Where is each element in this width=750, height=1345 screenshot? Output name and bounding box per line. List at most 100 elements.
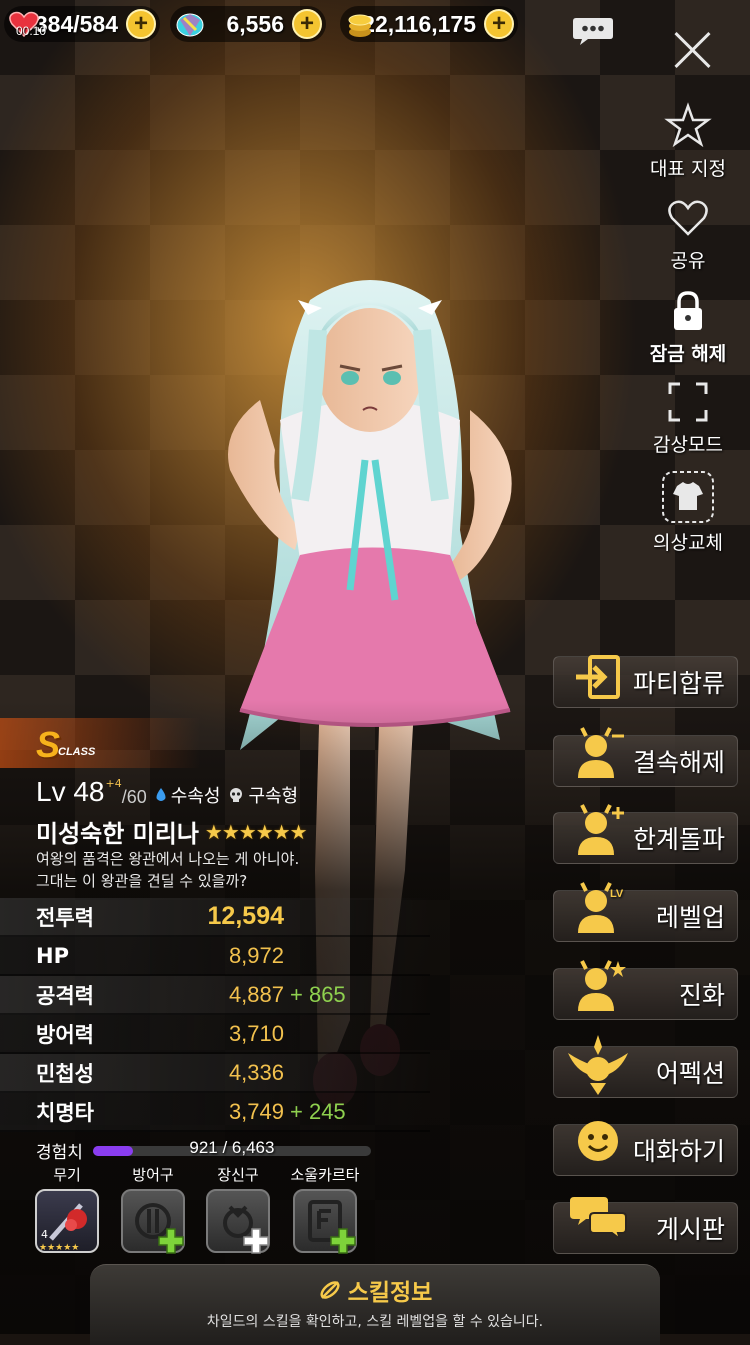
affection-button[interactable]: 어펙션 (553, 1035, 738, 1098)
star-icon: ★ (238, 819, 257, 844)
stats-table: 전투력 12,594 HP 8,972 공격력 4,887 + 865 방어력 … (0, 898, 430, 1132)
stat-value: 8,972 (228, 942, 284, 968)
stat-value: 3,749 (228, 1098, 284, 1124)
stat-row-power: 전투력 12,594 (0, 898, 430, 937)
stat-row-critical: 치명타 3,749 + 245 (0, 1093, 430, 1132)
level-bonus: +4 (105, 777, 122, 790)
skill-info-button[interactable]: 스킬정보 차일드의 스킬을 확인하고, 스킬 레벨업을 할 수 있습니다. (90, 1264, 660, 1345)
talk-button[interactable]: 대화하기 (553, 1121, 738, 1176)
affection-icon (568, 1035, 628, 1095)
exp-bar: 921 / 6,463 (92, 1138, 371, 1157)
join-party-button[interactable]: 파티합류 (553, 655, 738, 708)
equip-soul-carta[interactable]: 소울카르타 (284, 1164, 366, 1254)
unlock-label: 잠금 해제 (649, 343, 727, 365)
stat-row-attack: 공격력 4,887 + 865 (0, 976, 430, 1015)
share-label: 공유 (670, 250, 706, 272)
add-gems-button[interactable]: + (292, 9, 322, 39)
heart-outline-icon (668, 200, 708, 236)
equip-weapon[interactable]: 무기 4 ★★★★★ (32, 1164, 102, 1253)
stamina-counter: 00:10 384/584 + (4, 6, 160, 42)
stat-label: 방어력 (36, 1022, 94, 1047)
stat-label: 치명타 (36, 1100, 94, 1125)
limit-break-button[interactable]: 한계돌파 (553, 804, 738, 864)
gold-value: 22,116,175 (362, 10, 476, 37)
add-stamina-button[interactable]: + (126, 9, 156, 39)
stamina-timer: 00:10 (16, 24, 47, 38)
star-icon (664, 102, 712, 148)
equip-label: 장신구 (217, 1166, 259, 1184)
fullscreen-icon (668, 382, 708, 422)
level-row: Lv 48 +4 /60 수속성 구속형 (36, 776, 306, 808)
evolve-label: 진화 (678, 981, 725, 1010)
weapon-stars: ★★★★★ (39, 1243, 80, 1253)
chat-icon[interactable] (572, 16, 614, 46)
unbind-icon (578, 727, 624, 778)
share-button[interactable]: 공유 (638, 194, 738, 273)
exp-row: 경험치 921 / 6,463 (36, 1138, 371, 1163)
level-up-icon: LV (578, 882, 624, 933)
stat-value: 3,710 (228, 1020, 284, 1046)
change-outfit-label: 의상교체 (653, 532, 723, 554)
evolve-button[interactable]: 진화 (553, 960, 738, 1020)
board-button[interactable]: 게시판 (553, 1197, 738, 1254)
add-armor-icon (158, 1228, 184, 1254)
talk-icon (578, 1121, 618, 1161)
skill-title-row: 스킬정보 (90, 1273, 660, 1307)
add-accessory-icon (243, 1228, 269, 1254)
close-button[interactable] (672, 30, 712, 70)
affection-label: 어펙션 (655, 1059, 725, 1088)
limit-break-icon (578, 804, 624, 855)
stat-label: HP (36, 943, 69, 968)
gem-counter: 6,556 + (170, 6, 326, 42)
add-soul-carta-icon (330, 1228, 356, 1254)
view-mode-button[interactable]: 감상모드 (638, 378, 738, 457)
gem-icon (176, 13, 204, 37)
armor-slot[interactable] (121, 1189, 185, 1254)
view-mode-label: 감상모드 (653, 434, 723, 456)
stat-row-hp: HP 8,972 (0, 937, 430, 976)
evolve-icon (578, 960, 626, 1011)
skill-description: 차일드의 스킬을 확인하고, 스킬 레벨업을 할 수 있습니다. (206, 1314, 544, 1330)
stat-bonus: + 245 (290, 1098, 346, 1124)
star-icon: ★ (204, 819, 223, 844)
element-label: 수속성 (170, 786, 221, 807)
weapon-level: 4 (41, 1228, 48, 1241)
unbind-button[interactable]: 결속해제 (553, 727, 738, 787)
equip-accessory[interactable]: 장신구 (203, 1164, 273, 1254)
set-representative-button[interactable]: 대표 지정 (638, 102, 738, 181)
equip-label: 소울카르타 (290, 1166, 360, 1184)
svg-text:LV: LV (610, 888, 624, 900)
equip-label: 방어구 (132, 1166, 174, 1184)
star-icon: ★ (255, 819, 274, 844)
stat-label: 전투력 (36, 905, 94, 930)
quote-line: 여왕의 품격은 왕관에서 나오는 게 아니야. (36, 850, 300, 868)
stat-label: 공격력 (36, 983, 94, 1008)
class-grade: S (36, 724, 61, 765)
water-drop-icon (156, 788, 166, 801)
shirt-icon (662, 471, 714, 523)
star-icon: ★ (289, 819, 308, 844)
resource-bar: 00:10 384/584 + 6,556 + 22,116,175 + (0, 6, 750, 45)
stat-row-agility: 민첩성 4,336 (0, 1054, 430, 1093)
character-name: 미성숙한 미리나 (36, 820, 199, 848)
soul-carta-slot[interactable] (293, 1189, 357, 1254)
exp-label: 경험치 (36, 1143, 83, 1163)
enter-party-icon (576, 655, 620, 699)
skill-title: 스킬정보 (347, 1280, 433, 1306)
change-outfit-button[interactable]: 의상교체 (638, 470, 738, 555)
exp-value: 921 / 6,463 (189, 1137, 275, 1157)
skull-icon (230, 788, 243, 802)
limit-break-label: 한계돌파 (632, 825, 725, 854)
accessory-slot[interactable] (206, 1189, 270, 1254)
add-gold-button[interactable]: + (484, 9, 514, 39)
stat-bonus: + 865 (290, 981, 346, 1007)
stat-value: 12,594 (207, 902, 284, 930)
equip-armor[interactable]: 방어구 (118, 1164, 188, 1254)
board-label: 게시판 (655, 1215, 725, 1244)
stat-value: 4,336 (228, 1059, 284, 1085)
weapon-slot[interactable]: 4 ★★★★★ (35, 1189, 99, 1253)
unbind-label: 결속해제 (632, 748, 725, 777)
star-icon: ★ (272, 819, 291, 844)
level-up-button[interactable]: LV 레벨업 (553, 882, 738, 942)
unlock-button[interactable]: 잠금 해제 (638, 287, 738, 366)
